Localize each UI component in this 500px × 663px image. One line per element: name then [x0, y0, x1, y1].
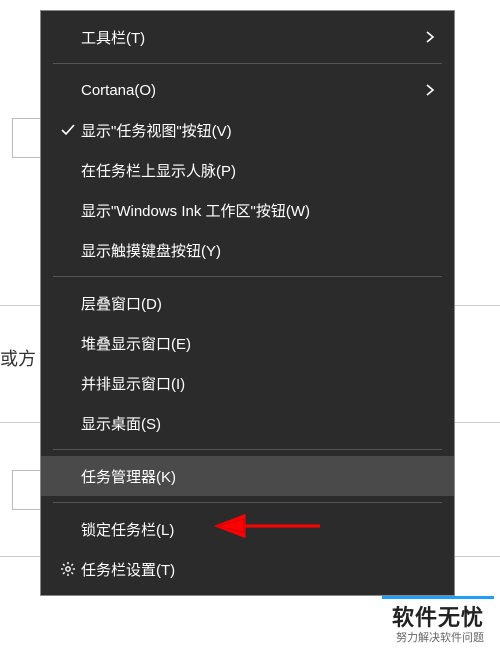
background-box	[12, 118, 42, 158]
menu-item-label: 显示触摸键盘按钮(Y)	[81, 240, 420, 261]
menu-separator	[53, 502, 442, 503]
menu-item[interactable]: Cortana(O)	[41, 70, 454, 110]
menu-item[interactable]: 任务管理器(K)	[41, 456, 454, 496]
watermark-subtitle: 努力解决软件问题	[392, 632, 484, 645]
background-box	[12, 470, 42, 510]
menu-item-label: 层叠窗口(D)	[81, 293, 420, 314]
menu-item[interactable]: 显示"任务视图"按钮(V)	[41, 110, 454, 150]
menu-item[interactable]: 显示触摸键盘按钮(Y)	[41, 230, 454, 270]
menu-item-label: 工具栏(T)	[81, 27, 420, 48]
menu-item[interactable]: 锁定任务栏(L)	[41, 509, 454, 549]
menu-item-label: Cortana(O)	[81, 82, 420, 99]
menu-item[interactable]: 在任务栏上显示人脉(P)	[41, 150, 454, 190]
menu-item-label: 任务栏设置(T)	[81, 559, 420, 580]
watermark-title: 软件无忧	[392, 605, 484, 631]
check-icon	[55, 122, 81, 138]
menu-item[interactable]: 显示"Windows Ink 工作区"按钮(W)	[41, 190, 454, 230]
menu-item-label: 在任务栏上显示人脉(P)	[81, 160, 420, 181]
menu-item[interactable]: 层叠窗口(D)	[41, 283, 454, 323]
menu-item-label: 显示"Windows Ink 工作区"按钮(W)	[81, 200, 420, 221]
menu-separator	[53, 449, 442, 450]
background-text: 或方	[0, 345, 36, 371]
menu-item[interactable]: 任务栏设置(T)	[41, 549, 454, 589]
menu-item-label: 显示"任务视图"按钮(V)	[81, 120, 420, 141]
menu-item-label: 堆叠显示窗口(E)	[81, 333, 420, 354]
chevron-right-icon	[420, 30, 440, 44]
menu-item[interactable]: 堆叠显示窗口(E)	[41, 323, 454, 363]
menu-separator	[53, 276, 442, 277]
chevron-right-icon	[420, 83, 440, 97]
menu-separator	[53, 63, 442, 64]
menu-item[interactable]: 工具栏(T)	[41, 17, 454, 57]
menu-item-label: 并排显示窗口(I)	[81, 373, 420, 394]
gear-icon	[55, 561, 81, 577]
menu-item-label: 任务管理器(K)	[81, 466, 420, 487]
menu-item-label: 显示桌面(S)	[81, 413, 420, 434]
menu-item-label: 锁定任务栏(L)	[81, 519, 420, 540]
taskbar-context-menu: 工具栏(T) Cortana(O) 显示"任务视图"按钮(V) 在任务栏上显示人脉(P…	[40, 10, 455, 596]
watermark: 软件无忧 努力解决软件问题	[382, 596, 494, 649]
menu-item[interactable]: 并排显示窗口(I)	[41, 363, 454, 403]
menu-item[interactable]: 显示桌面(S)	[41, 403, 454, 443]
